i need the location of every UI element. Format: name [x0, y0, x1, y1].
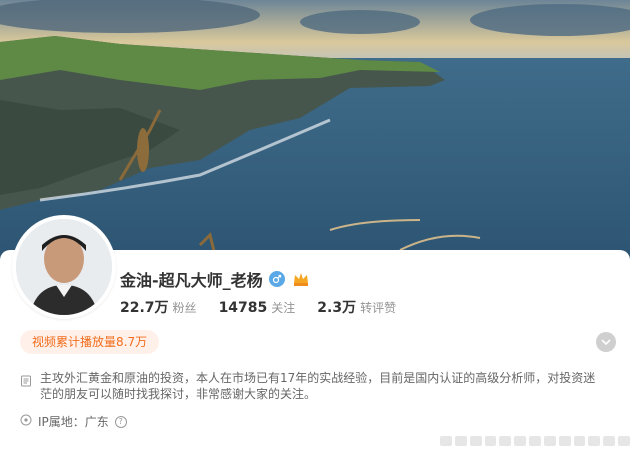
profile-name-row: 金油-超凡大师_老杨	[120, 267, 311, 291]
ip-location: IP属地：广东 ?	[20, 413, 127, 430]
profile-bio: 主攻外汇黄金和原油的投资，本人在市场已有17年的实战经验，目前是国内认证的高级分…	[20, 370, 600, 402]
reposts-label: 转评赞	[360, 301, 397, 315]
ip-location-label: IP属地：广东	[38, 415, 109, 429]
male-icon	[268, 271, 285, 287]
followers-count[interactable]: 22.7万	[120, 297, 169, 317]
location-icon	[20, 414, 32, 429]
bio-text: 主攻外汇黄金和原油的投资，本人在市场已有17年的实战经验，目前是国内认证的高级分…	[40, 371, 596, 401]
following-label: 关注	[271, 301, 296, 315]
question-icon[interactable]: ?	[114, 415, 127, 428]
chevron-down-icon[interactable]	[596, 332, 616, 352]
profile-stats: 22.7万 粉丝 14785 关注 2.3万 转评赞	[120, 297, 396, 317]
watermark-image	[440, 432, 630, 450]
document-icon	[20, 372, 32, 402]
profile-name: 金油-超凡大师_老杨	[120, 271, 263, 290]
reposts-count: 2.3万	[317, 300, 357, 316]
following-count[interactable]: 14785	[219, 300, 268, 316]
profile-cover-image	[0, 0, 630, 260]
video-play-count-badge[interactable]: 视频累计播放量8.7万	[20, 330, 160, 354]
followers-label: 粉丝	[172, 301, 197, 315]
avatar[interactable]	[12, 215, 116, 319]
crown-badge-icon[interactable]	[291, 270, 311, 288]
